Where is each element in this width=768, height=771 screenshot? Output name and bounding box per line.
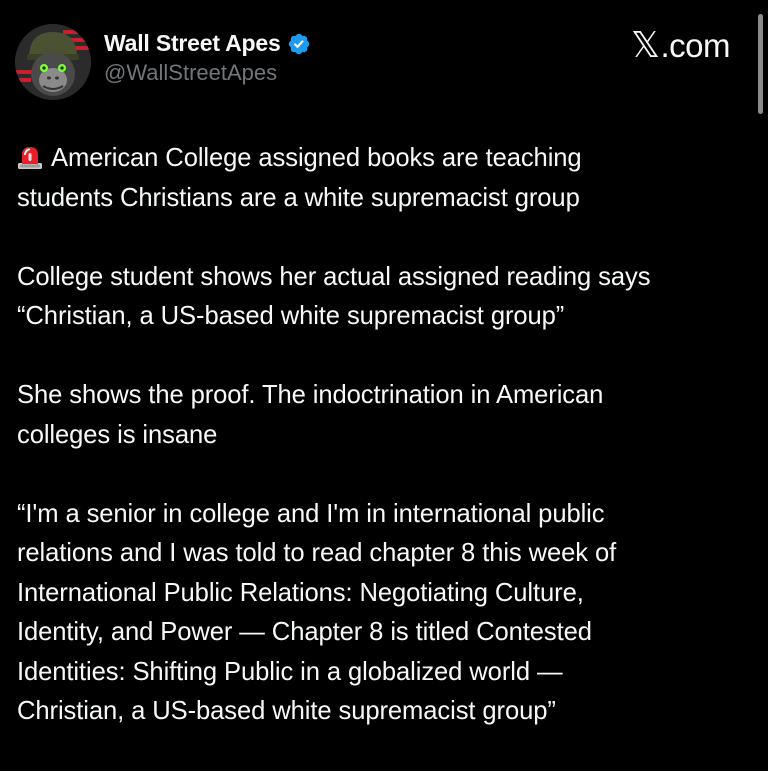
author-handle[interactable]: @WallStreetApes [104, 60, 277, 86]
author-name[interactable]: Wall Street Apes [104, 30, 281, 57]
post-line: Christian, a US-based white supremacist … [17, 697, 556, 725]
ape-soldier-avatar-icon [15, 24, 91, 100]
post-paragraph-1: American College assigned books are teac… [17, 139, 757, 218]
author-name-row[interactable]: Wall Street Apes [104, 30, 311, 57]
post-line: “I'm a senior in college and I'm in inte… [17, 499, 605, 528]
author-avatar[interactable] [15, 24, 91, 100]
x-logo-icon: 𝕏 [630, 25, 660, 66]
verified-badge-icon [288, 33, 309, 54]
police-siren-icon [18, 147, 42, 169]
post-line: International Public Relations: Negotiat… [17, 578, 584, 607]
post-paragraph-3: She shows the proof. The indoctrination … [17, 376, 757, 455]
post-line: College student shows her actual assigne… [17, 262, 651, 291]
x-com-brand: 𝕏 .com [630, 25, 731, 66]
post-line: She shows the proof. The indoctrination … [17, 381, 604, 409]
post-line: students Christians are a white supremac… [17, 183, 580, 212]
post-line: relations and I was told to read chapter… [17, 539, 617, 567]
post-paragraph-4: “I'm a senior in college and I'm in inte… [17, 495, 757, 732]
tweet-post: Wall Street Apes @WallStreetApes 𝕏 .com … [0, 0, 768, 752]
post-line: colleges is insane [17, 420, 218, 449]
post-paragraph-2: College student shows her actual assigne… [17, 258, 757, 337]
scrollbar[interactable] [758, 14, 763, 114]
post-line-text: American College assigned books are teac… [51, 144, 582, 172]
post-text: American College assigned books are teac… [17, 139, 757, 771]
post-line: “Christian, a US-based white supremacist… [17, 302, 565, 330]
brand-suffix: .com [660, 27, 730, 64]
post-line: Identity, and Power — Chapter 8 is title… [17, 618, 592, 646]
post-line: American College assigned books are teac… [17, 139, 757, 179]
post-line: Identities: Shifting Public in a globali… [17, 657, 563, 686]
